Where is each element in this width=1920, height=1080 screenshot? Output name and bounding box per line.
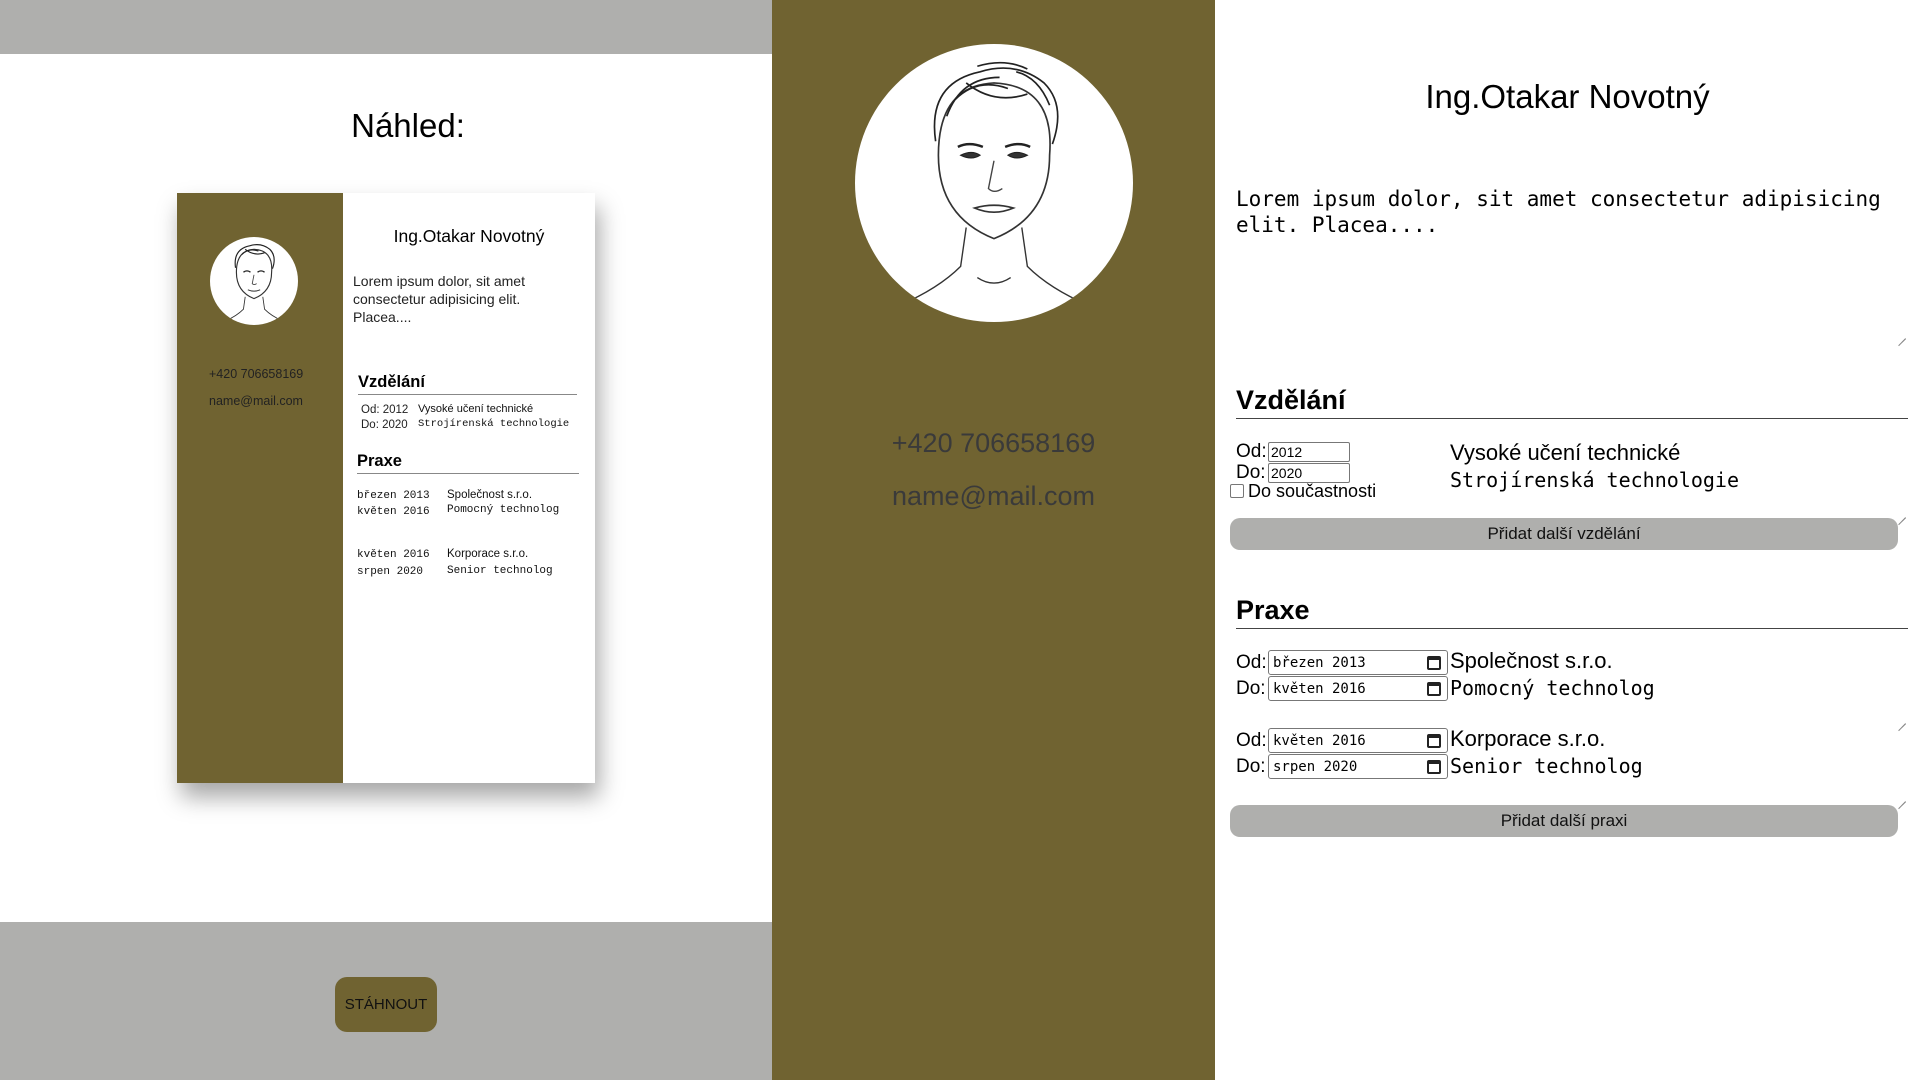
cv-preview-job1-company: Společnost s.r.o. [447, 489, 533, 501]
current-checkbox-label: Do součastnosti [1248, 481, 1377, 501]
cv-preview-job2-to: srpen 2020 [357, 566, 424, 578]
add-practice-button[interactable]: Přidat další praxi [1230, 805, 1898, 837]
add-education-button[interactable]: Přidat další vzdělání [1230, 518, 1898, 550]
job1-from-date[interactable]: březen 2013 [1268, 650, 1448, 675]
cv-preview-email: name@mail.com [209, 394, 303, 408]
cv-preview-card: +420 706658169 name@mail.com Ing.Otakar … [177, 193, 595, 783]
job2-company[interactable]: Korporace s.r.o. [1450, 726, 1605, 752]
email-address[interactable]: name@mail.com [772, 481, 1215, 512]
calendar-icon[interactable] [1427, 733, 1441, 748]
education-heading: Vzdělání [1236, 385, 1908, 419]
preview-top-bar [0, 0, 772, 54]
cv-preview-job1-from: březen 2013 [357, 490, 430, 502]
job1-company[interactable]: Společnost s.r.o. [1450, 648, 1613, 674]
job2-to-label: Do: [1236, 756, 1266, 777]
job2-from-label: Od: [1236, 730, 1267, 751]
resize-handle-icon[interactable] [1896, 792, 1906, 802]
preview-title: Náhled: [351, 107, 465, 144]
cv-preview-edu-school: Vysoké učení technické [418, 403, 534, 415]
cv-preview-job2-role: Senior technolog [447, 565, 553, 577]
calendar-icon[interactable] [1427, 681, 1441, 696]
job1-from-value: březen 2013 [1273, 654, 1366, 671]
resize-handle-icon[interactable] [1896, 714, 1906, 724]
avatar-sketch-icon [899, 61, 1089, 306]
calendar-icon[interactable] [1427, 759, 1441, 774]
edu-from-input[interactable] [1268, 442, 1350, 462]
calendar-icon[interactable] [1427, 655, 1441, 670]
avatar [210, 237, 298, 325]
job2-from-date[interactable]: květen 2016 [1268, 728, 1448, 753]
name-heading[interactable]: Ing.Otakar Novotný [1215, 78, 1920, 116]
job2-from-value: květen 2016 [1273, 732, 1366, 749]
cv-preview-edu-field: Strojírenská technologie [418, 418, 570, 430]
about-textarea[interactable]: Lorem ipsum dolor, sit amet consectetur … [1236, 186, 1908, 341]
practice-heading: Praxe [1236, 595, 1908, 629]
job1-to-label: Do: [1236, 678, 1266, 699]
phone-number[interactable]: +420 706658169 [772, 428, 1215, 459]
cv-preview-job1-role: Pomocný technolog [447, 504, 560, 516]
edu-field[interactable]: Strojírenská technologie [1450, 468, 1739, 492]
cv-preview-name: Ing.Otakar Novotný [393, 226, 545, 246]
download-button[interactable]: STÁHNOUT [335, 977, 437, 1032]
job1-to-date[interactable]: květen 2016 [1268, 676, 1448, 701]
cv-preview-job1-to: květen 2016 [357, 506, 430, 518]
job2-to-date[interactable]: srpen 2020 [1268, 754, 1448, 779]
cv-preview-edu-from: Od: 2012 [361, 404, 409, 416]
cv-preview-job2-company: Korporace s.r.o. [447, 548, 529, 560]
cv-preview-about: Lorem ipsum dolor, sit amet consectetur … [353, 273, 525, 325]
cv-preview-education-heading: Vzdělání [358, 373, 577, 395]
avatar-sketch-icon [225, 244, 283, 322]
resize-handle-icon[interactable] [1896, 329, 1906, 339]
resize-handle-icon[interactable] [1896, 508, 1906, 518]
cv-preview-practice-heading: Praxe [357, 452, 579, 474]
current-checkbox[interactable] [1230, 484, 1244, 498]
profile-photo[interactable] [855, 44, 1133, 322]
job1-from-label: Od: [1236, 652, 1267, 673]
cv-preview-edu-to: Do: 2020 [361, 419, 408, 431]
job2-to-value: srpen 2020 [1273, 758, 1358, 775]
job1-to-value: květen 2016 [1273, 680, 1366, 697]
cv-preview-job2-from: květen 2016 [357, 549, 430, 561]
edu-school-name[interactable]: Vysoké učení technické [1450, 440, 1680, 466]
cv-preview-phone: +420 706658169 [209, 367, 304, 381]
job2-role[interactable]: Senior technolog [1450, 754, 1643, 778]
edu-from-label: Od: [1236, 441, 1267, 462]
job1-role[interactable]: Pomocný technolog [1450, 676, 1655, 700]
edu-to-input[interactable] [1268, 463, 1350, 483]
